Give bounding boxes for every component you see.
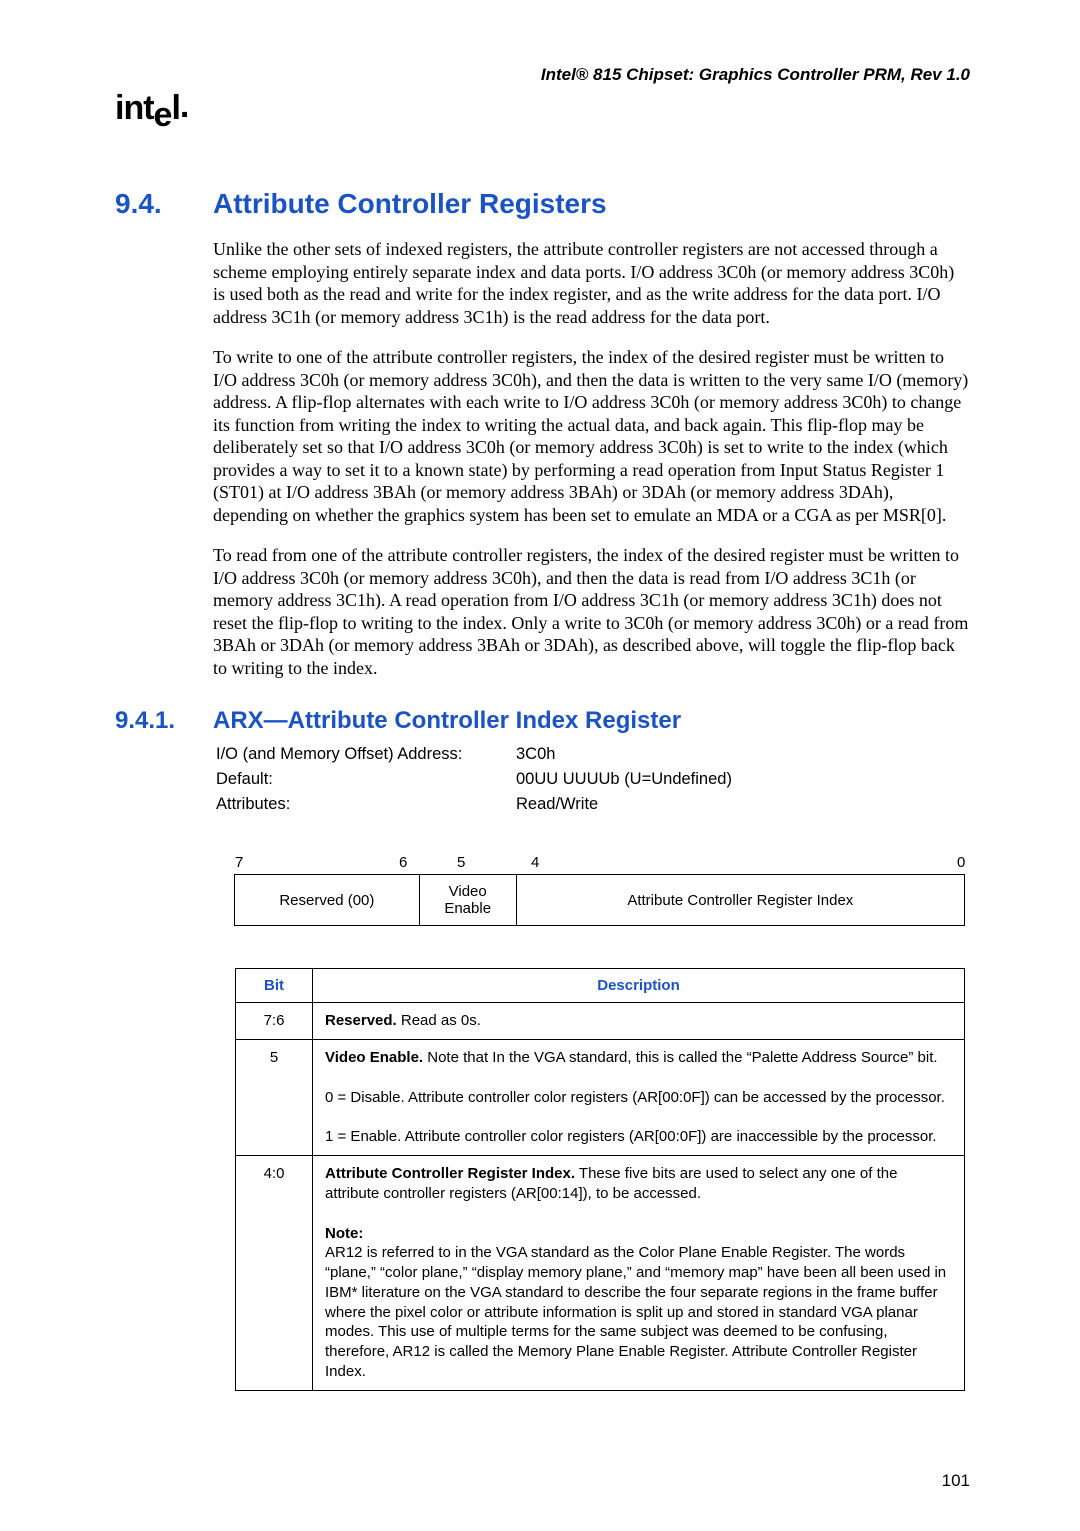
table-header-bit: Bit [236, 969, 313, 1003]
paragraph: Unlike the other sets of indexed registe… [213, 238, 970, 328]
prop-row: Default: 00UU UUUUb (U=Undefined) [215, 768, 733, 791]
description-cell: Reserved. Read as 0s. [313, 1003, 965, 1040]
bit-field: VideoEnable [419, 874, 517, 926]
section-number: 9.4. [115, 188, 213, 220]
paragraph: To read from one of the attribute contro… [213, 544, 970, 679]
section-heading: 9.4.Attribute Controller Registers [115, 188, 970, 220]
intel-logo: intel. [115, 89, 970, 128]
prop-value: 00UU UUUUb (U=Undefined) [515, 768, 733, 791]
prop-value: 3C0h [515, 743, 733, 766]
prop-label: Attributes: [215, 793, 513, 816]
bit-tick: 0 [957, 854, 965, 871]
bit-diagram: 7 6 5 4 0 Reserved (00)VideoEnableAttribute … [235, 854, 965, 926]
doc-header: Intel® 815 Chipset: Graphics Controller … [115, 65, 970, 85]
prop-label: I/O (and Memory Offset) Address: [215, 743, 513, 766]
table-row: 5Video Enable. Note that In the VGA stan… [236, 1040, 965, 1156]
bit-tick: 4 [531, 854, 539, 871]
description-cell: Video Enable. Note that In the VGA stand… [313, 1040, 965, 1156]
bit-tick: 5 [457, 854, 465, 871]
page-number: 101 [115, 1471, 970, 1491]
register-properties: I/O (and Memory Offset) Address: 3C0h De… [213, 741, 735, 818]
bit-field: Attribute Controller Register Index [516, 874, 965, 926]
table-row: 4:0Attribute Controller Register Index. … [236, 1156, 965, 1391]
description-table: Bit Description 7:6Reserved. Read as 0s.… [235, 968, 965, 1391]
bit-cell: 4:0 [236, 1156, 313, 1391]
bit-tick: 6 [399, 854, 407, 871]
prop-row: I/O (and Memory Offset) Address: 3C0h [215, 743, 733, 766]
bit-field: Reserved (00) [234, 874, 420, 926]
prop-value: Read/Write [515, 793, 733, 816]
subsection-heading: 9.4.1.ARX—Attribute Controller Index Reg… [115, 707, 970, 735]
bit-cell: 7:6 [236, 1003, 313, 1040]
description-cell: Attribute Controller Register Index. The… [313, 1156, 965, 1391]
prop-row: Attributes: Read/Write [215, 793, 733, 816]
table-header-desc: Description [313, 969, 965, 1003]
section-title: Attribute Controller Registers [213, 188, 607, 219]
bit-tick: 7 [235, 854, 243, 871]
prop-label: Default: [215, 768, 513, 791]
paragraph: To write to one of the attribute control… [213, 346, 970, 526]
table-row: 7:6Reserved. Read as 0s. [236, 1003, 965, 1040]
bit-cell: 5 [236, 1040, 313, 1156]
subsection-number: 9.4.1. [115, 707, 213, 735]
subsection-title: ARX—Attribute Controller Index Register [213, 707, 681, 734]
